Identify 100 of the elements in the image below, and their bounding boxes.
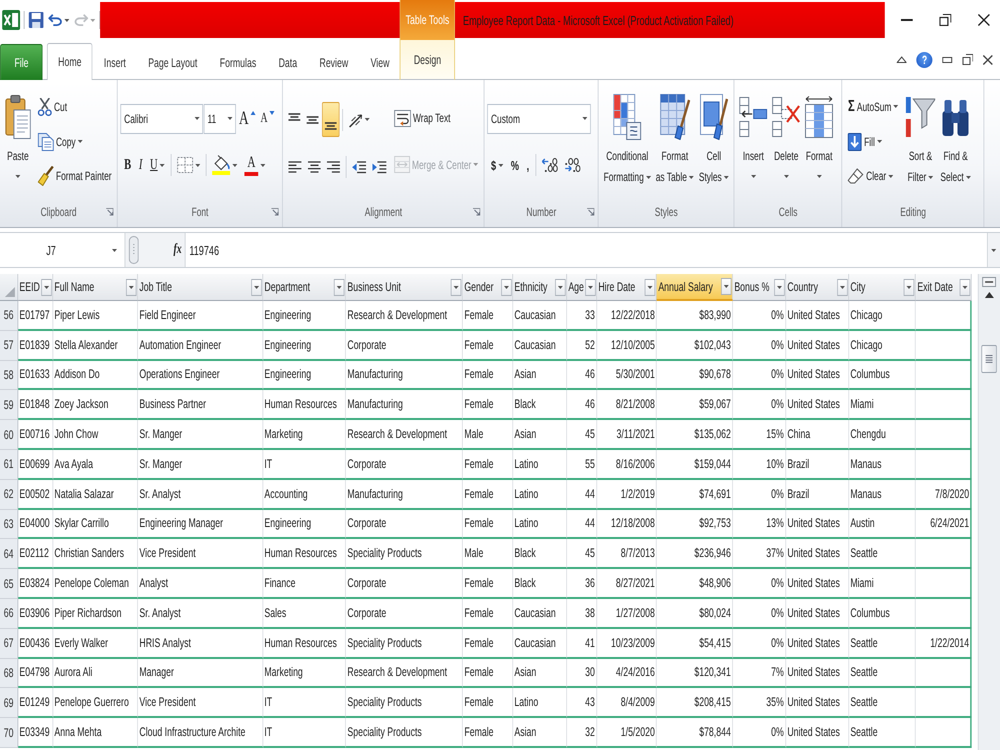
filter-button[interactable] [837, 278, 848, 296]
expand-caret-icon[interactable] [992, 248, 996, 252]
sort-filter-button[interactable]: Sort & Filter [903, 86, 938, 196]
table-cell: 0% [732, 360, 786, 390]
paste-button[interactable]: Paste [2, 86, 33, 196]
row-number[interactable]: 63 [0, 510, 18, 540]
clear-button[interactable]: Clear [845, 162, 896, 190]
ribbon-tab[interactable]: View [359, 44, 401, 80]
ribbon-tab[interactable]: Formulas [208, 44, 268, 80]
row-number[interactable]: 66 [0, 598, 18, 629]
restore-icon[interactable] [940, 14, 952, 26]
filter-button[interactable] [585, 278, 596, 296]
table-cell: Stella Alexander [53, 330, 138, 361]
font-name-field[interactable]: Calibri [120, 104, 204, 134]
collapse-caret-icon[interactable] [896, 56, 907, 63]
grow-font-button[interactable]: A [236, 104, 258, 133]
table-cell: $159,044 [656, 450, 733, 480]
font-color-button[interactable]: A [240, 151, 269, 180]
filter-button[interactable] [555, 278, 566, 296]
table-cell: 45 [566, 420, 597, 450]
scrollbar-thumb[interactable] [982, 345, 998, 373]
insert-button[interactable]: Insert [737, 86, 770, 196]
copy-button[interactable]: Copy [35, 128, 86, 156]
filter-button[interactable] [960, 278, 971, 296]
italic-button[interactable]: I [135, 151, 146, 180]
spreadsheet-logo-icon[interactable] [2, 10, 20, 30]
name-box[interactable]: J7 [0, 233, 125, 267]
format-painter-button[interactable]: Format Painter [35, 162, 114, 190]
table-cell: Black [512, 390, 567, 420]
row-number[interactable]: 61 [0, 450, 18, 480]
row-number[interactable]: 69 [0, 688, 18, 718]
filter-button[interactable] [774, 278, 785, 296]
filter-button[interactable] [334, 278, 345, 296]
fill-button[interactable]: Fill [845, 128, 885, 156]
row-number[interactable]: 68 [0, 658, 18, 688]
group-label: Clipboard [40, 205, 77, 219]
minimize-icon[interactable] [901, 19, 914, 21]
cut-button[interactable]: Cut [35, 92, 70, 121]
row-number[interactable]: 58 [0, 360, 18, 390]
filter-button[interactable] [41, 278, 52, 296]
filter-button[interactable] [904, 278, 915, 296]
row-number[interactable]: 62 [0, 480, 18, 510]
minimize-icon[interactable] [942, 56, 952, 62]
formula-field[interactable]: 119746 [184, 233, 988, 267]
format-as-table-button[interactable]: Format as Table [654, 86, 696, 196]
filter-button[interactable] [645, 278, 656, 296]
ribbon-tab[interactable]: Page Layout [137, 44, 209, 80]
table-cell: 10/23/2009 [596, 628, 657, 659]
currency-button[interactable]: $ [488, 151, 507, 180]
row-number[interactable]: 65 [0, 569, 18, 599]
table-cell: 3/11/2021 [596, 420, 657, 450]
corner-arrow-icon[interactable] [586, 208, 594, 216]
row-number[interactable]: 56 [0, 301, 18, 331]
contextual-group-label: Table Tools [400, 0, 454, 40]
corner-arrow-icon[interactable] [472, 208, 480, 216]
format-button[interactable]: Format [803, 86, 836, 196]
row-number[interactable]: 67 [0, 628, 18, 659]
ribbon-tab[interactable]: Review [308, 44, 360, 80]
drag-handle-icon[interactable] [128, 236, 138, 264]
number-format-field[interactable]: Custom [488, 104, 592, 134]
delete-button[interactable]: Delete [770, 86, 802, 196]
scroll-up-button[interactable] [984, 290, 994, 300]
file-tab[interactable]: File [0, 44, 43, 80]
filter-button[interactable] [451, 278, 462, 296]
comma-button[interactable]: , [523, 151, 533, 180]
close-icon[interactable] [983, 54, 993, 64]
ribbon-tab[interactable]: Data [267, 44, 308, 80]
corner-arrow-icon[interactable] [106, 208, 114, 216]
font-size-field[interactable]: 11 [204, 104, 236, 134]
find-select-button[interactable]: Find & Select [938, 86, 973, 196]
underline-button[interactable]: U [146, 151, 168, 180]
restore-icon[interactable] [962, 54, 974, 65]
table-cell: 6/24/2021 [916, 510, 972, 540]
split-box-icon[interactable] [982, 277, 996, 287]
cell-styles-button[interactable]: Cell Styles [696, 86, 731, 196]
close-icon[interactable] [978, 14, 990, 26]
filter-button[interactable] [126, 278, 137, 296]
insert-function-button[interactable]: fx [170, 242, 184, 258]
conditional-formatting-button[interactable]: Conditional Formatting [602, 86, 653, 196]
row-number[interactable]: 57 [0, 330, 18, 361]
bold-button[interactable]: B [120, 151, 135, 180]
row-number[interactable]: 64 [0, 539, 18, 570]
table-cell: Female [462, 360, 513, 390]
redo-arrow-icon [74, 14, 88, 26]
ribbon-tab[interactable]: Insert [92, 44, 137, 80]
ribbon-tab[interactable]: Home [46, 43, 93, 80]
autosum-button[interactable]: Σ AutoSum [845, 92, 902, 121]
row-number[interactable]: 70 [0, 718, 18, 748]
shrink-font-button[interactable]: A [258, 104, 277, 133]
bottom-align-button[interactable] [322, 102, 340, 137]
merge-cells-icon [394, 156, 410, 174]
wrap-text-button[interactable]: Wrap Text [391, 104, 454, 132]
row-number[interactable]: 60 [0, 420, 18, 450]
filter-button[interactable] [501, 278, 512, 296]
vertical-scrollbar[interactable] [978, 274, 1000, 750]
row-number[interactable]: 59 [0, 390, 18, 420]
filter-button[interactable] [721, 278, 732, 295]
corner-arrow-icon[interactable] [270, 208, 279, 216]
percent-button[interactable]: % [507, 151, 522, 180]
filter-button[interactable] [251, 278, 262, 296]
